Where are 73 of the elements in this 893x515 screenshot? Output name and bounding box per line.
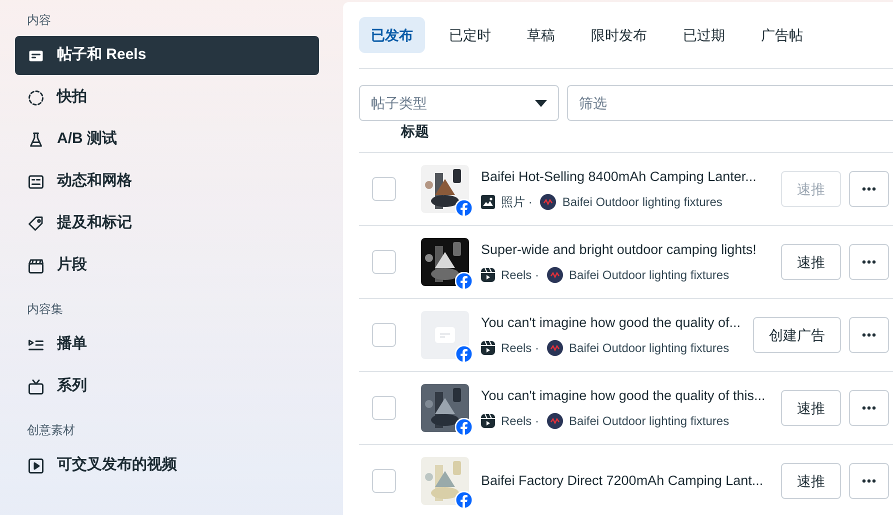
row-checkbox[interactable] <box>372 250 396 274</box>
page-avatar-icon <box>540 194 556 210</box>
more-icon <box>862 187 876 191</box>
tab[interactable]: 已定时 <box>437 17 503 53</box>
column-header: 标题 <box>401 122 429 141</box>
feed-icon <box>27 172 45 190</box>
facebook-icon <box>455 199 473 217</box>
more-icon <box>862 333 876 337</box>
post-title[interactable]: You can't imagine how good the quality of this... <box>481 386 773 407</box>
tab[interactable]: 已发布 <box>359 17 425 53</box>
filter-field[interactable]: 筛选 <box>567 85 893 121</box>
row-checkbox[interactable] <box>372 323 396 347</box>
more-button[interactable] <box>849 244 889 280</box>
boost-button[interactable]: 创建广告 <box>753 317 841 353</box>
section-heading: 内容集 <box>26 301 64 318</box>
facebook-icon <box>455 345 473 363</box>
page-name: Baifei Outdoor lighting fixtures <box>569 266 730 284</box>
post-type: Reels · <box>501 412 540 430</box>
more-icon <box>862 479 876 483</box>
sidebar-item[interactable]: 帖子和 Reels <box>15 36 319 75</box>
sidebar-item[interactable]: 动态和网格 <box>15 162 319 201</box>
post-title[interactable]: Super-wide and bright outdoor camping lights! <box>481 240 773 261</box>
tab[interactable]: 广告帖 <box>749 17 815 53</box>
tab[interactable]: 草稿 <box>515 17 567 53</box>
sidebar-item[interactable]: 快拍 <box>15 78 319 117</box>
post-type: Reels · <box>501 266 540 284</box>
sidebar-item[interactable]: 提及和标记 <box>15 204 319 243</box>
tag-icon <box>27 214 45 232</box>
section-heading: 创意素材 <box>26 422 76 439</box>
image-icon <box>481 194 495 209</box>
tv-icon <box>27 378 45 396</box>
post-title[interactable]: You can't imagine how good the quality of... <box>481 313 745 334</box>
page-avatar-icon <box>547 340 564 356</box>
sidebar-item[interactable]: 播单 <box>15 325 319 364</box>
row-checkbox[interactable] <box>372 469 396 493</box>
page-avatar-icon <box>547 266 564 283</box>
reels-icon <box>481 414 495 428</box>
reels-icon <box>481 340 495 355</box>
more-icon <box>862 406 876 410</box>
sidebar-item[interactable]: 系列 <box>15 367 319 406</box>
sidebar-item[interactable]: 片段 <box>15 246 319 285</box>
tab[interactable]: 已过期 <box>671 17 737 53</box>
more-button[interactable] <box>849 390 889 426</box>
post-type-dropdown[interactable]: 帖子类型 <box>359 85 559 121</box>
section-heading: 内容 <box>26 12 52 29</box>
flask-icon <box>27 130 45 148</box>
caret-icon <box>535 100 547 106</box>
post-title[interactable]: Baifei Factory Direct 7200mAh Camping Lant... <box>481 470 773 492</box>
reels-icon <box>481 268 495 282</box>
facebook-icon <box>455 491 473 509</box>
post-type: Reels · <box>501 340 540 357</box>
more-button[interactable] <box>849 317 889 353</box>
play-icon <box>27 456 45 474</box>
boost-button[interactable]: 速推 <box>781 463 841 499</box>
facebook-icon <box>455 272 473 290</box>
row-checkbox[interactable] <box>372 396 396 420</box>
page-name: Baifei Outdoor lighting fixtures <box>569 340 730 357</box>
sidebar-item[interactable]: 可交叉发布的视频 <box>15 446 319 485</box>
more-button[interactable] <box>849 171 889 207</box>
post-type: 照片 · <box>501 194 532 211</box>
page-name: Baifei Outdoor lighting fixtures <box>562 194 722 211</box>
more-button[interactable] <box>849 463 889 499</box>
page-avatar-icon <box>547 412 564 429</box>
clapperboard-icon <box>27 256 45 274</box>
facebook-icon <box>455 418 473 436</box>
boost-button[interactable]: 速推 <box>781 244 841 280</box>
boost-button[interactable]: 速推 <box>781 390 841 426</box>
more-icon <box>862 260 876 264</box>
post-icon <box>435 327 455 343</box>
page-name: Baifei Outdoor lighting fixtures <box>569 412 730 430</box>
dashed-circle-icon <box>27 88 45 106</box>
sidebar-item[interactable]: A/B 测试 <box>15 120 319 159</box>
tab[interactable]: 限时发布 <box>579 17 659 53</box>
